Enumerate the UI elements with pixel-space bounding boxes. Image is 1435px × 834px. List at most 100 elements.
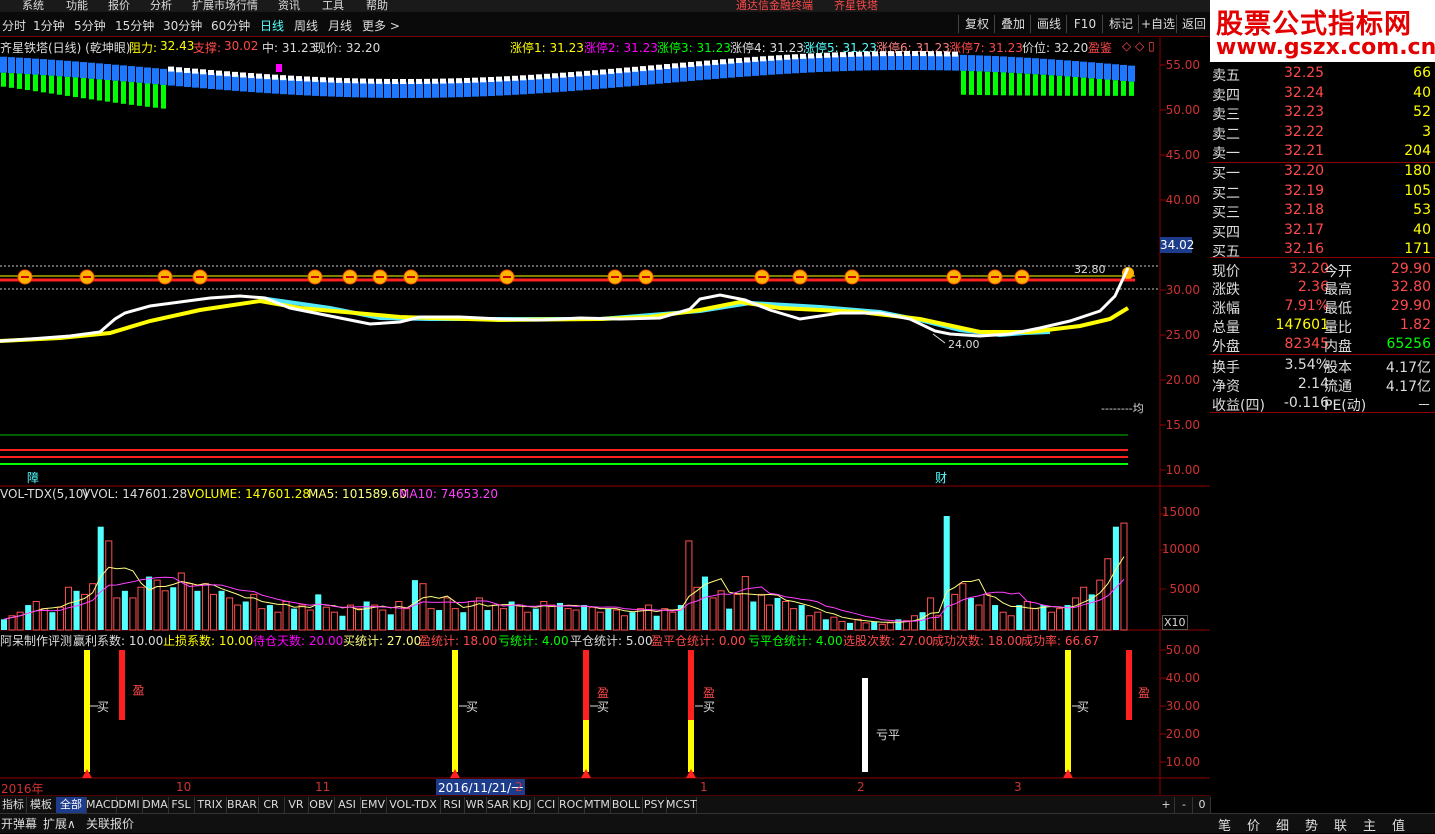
indicator-tab-指标[interactable]: 指标	[0, 797, 27, 813]
volume-bar-up	[1096, 579, 1104, 631]
zoom-out-button[interactable]: -	[1176, 797, 1193, 813]
order-book-sell-row[interactable]: 卖五 32.25 66	[1210, 64, 1435, 84]
menu-tools[interactable]: 工具	[322, 0, 344, 12]
order-volume: 3	[1422, 123, 1431, 140]
indicator-tab-trix[interactable]: TRIX	[194, 797, 227, 813]
volume-bar-down	[605, 608, 612, 630]
wave-block	[616, 71, 623, 88]
wave-cap	[816, 53, 822, 59]
indicator-tab-dma[interactable]: DMA	[142, 797, 169, 813]
menu-extended-market[interactable]: 扩展市场行情	[192, 0, 258, 12]
indicator-tab-asi[interactable]: ASI	[334, 797, 361, 813]
reset-button[interactable]: 0	[1194, 797, 1211, 813]
indicator-tab-mcst[interactable]: MCST	[666, 797, 697, 813]
volume-bar-up	[733, 593, 741, 631]
quote-value: 4.17亿	[1385, 360, 1431, 376]
wave-cap	[528, 74, 534, 80]
volume-bar-down	[653, 615, 660, 630]
zoom-in-button[interactable]: +	[1158, 797, 1175, 813]
expand-toggle[interactable]: 扩展∧	[43, 815, 76, 832]
indicator-tab-rsi[interactable]: RSI	[440, 797, 465, 813]
indicator-tab-模板[interactable]: 模板	[26, 797, 57, 813]
period-daily[interactable]: 日线	[260, 17, 284, 34]
wave-bar	[1113, 80, 1118, 96]
wave-cap	[544, 73, 550, 79]
wave-block	[200, 72, 207, 89]
menu-system[interactable]: 系统	[22, 0, 44, 12]
indicator-tab-emv[interactable]: EMV	[360, 797, 387, 813]
right-tab-1[interactable]: 价	[1247, 815, 1260, 834]
menu-analysis[interactable]: 分析	[150, 0, 172, 12]
volume-bar-up	[209, 593, 218, 631]
period-5min[interactable]: 5分钟	[74, 17, 106, 34]
wave-block	[992, 56, 999, 73]
period-60min[interactable]: 60分钟	[211, 17, 250, 34]
indicator-tab-boll[interactable]: BOLL	[610, 797, 643, 813]
wave-block	[560, 75, 567, 92]
order-book-buy-row[interactable]: 买三 32.18 53	[1210, 201, 1435, 221]
right-tab-6[interactable]: 值	[1392, 815, 1405, 834]
indicator-tab-dmi[interactable]: DMI	[116, 797, 143, 813]
order-volume: 66	[1413, 65, 1431, 81]
indicator-tab-brar[interactable]: BRAR	[226, 797, 259, 813]
right-tab-4[interactable]: 联	[1334, 815, 1347, 834]
back-button[interactable]: 返回	[1176, 15, 1211, 33]
indicator-tab-vr[interactable]: VR	[284, 797, 309, 813]
indicator-tab-kdj[interactable]: KDJ	[510, 797, 535, 813]
wave-cap	[320, 77, 326, 83]
indicator-tab-wr[interactable]: WR	[464, 797, 487, 813]
period-30min[interactable]: 30分钟	[163, 17, 202, 34]
volume-bar-up	[250, 593, 258, 631]
right-tab-5[interactable]: 主	[1363, 815, 1376, 834]
eval-loss-close-count: 亏平仓统计: 4.00	[748, 634, 843, 648]
indicator-tab-全部[interactable]: 全部	[56, 797, 87, 813]
period-15min[interactable]: 15分钟	[115, 17, 154, 34]
period-more[interactable]: 更多 >	[362, 17, 400, 34]
order-book-sell-row[interactable]: 卖四 32.24 40	[1210, 84, 1435, 104]
indicator-tab-psy[interactable]: PSY	[642, 797, 667, 813]
indicator-tab-cr[interactable]: CR	[258, 797, 285, 813]
indicator-tab-sar[interactable]: SAR	[486, 797, 511, 813]
overlay-button[interactable]: 叠加	[994, 15, 1031, 33]
volume-bar-up	[782, 601, 790, 631]
volume-bar-down	[992, 605, 999, 630]
wave-bar	[9, 73, 14, 88]
period-weekly[interactable]: 周线	[294, 17, 318, 34]
add-favorite-button[interactable]: +自选	[1138, 15, 1177, 33]
restore-rights-button[interactable]: 复权	[958, 15, 995, 33]
wave-cap	[944, 51, 950, 57]
f10-button[interactable]: F10	[1066, 15, 1103, 33]
order-book-buy-row[interactable]: 买四 32.17 40	[1210, 221, 1435, 241]
wave-cap	[280, 75, 286, 81]
indicator-tab-fsl[interactable]: FSL	[168, 797, 195, 813]
right-tab-2[interactable]: 细	[1276, 815, 1289, 834]
right-tab-3[interactable]: 势	[1305, 815, 1318, 834]
linked-quote-button[interactable]: 关联报价	[86, 815, 134, 832]
menu-function[interactable]: 功能	[66, 0, 88, 12]
menu-help[interactable]: 帮助	[366, 0, 388, 12]
menu-quote[interactable]: 报价	[108, 0, 130, 12]
danmaku-toggle[interactable]: 开弹幕	[1, 815, 37, 832]
date-axis: 2016年 10 11 2016/11/21/一 2 1 2 3	[0, 779, 1160, 796]
indicator-tab-cci[interactable]: CCI	[534, 797, 559, 813]
indicator-tab-roc[interactable]: ROC	[558, 797, 585, 813]
indicator-tab-mtm[interactable]: MTM	[584, 797, 611, 813]
draw-line-button[interactable]: 画线	[1030, 15, 1067, 33]
wave-block	[752, 59, 759, 76]
period-monthly[interactable]: 月线	[328, 17, 352, 34]
indicator-tab-vol-tdx[interactable]: VOL-TDX	[386, 797, 441, 813]
order-book-buy-row[interactable]: 买二 32.19 105	[1210, 182, 1435, 202]
period-tick[interactable]: 分时	[2, 17, 26, 34]
order-book-buy-row[interactable]: 买一 32.20 180	[1210, 162, 1435, 182]
axis-label: 25.00	[1165, 328, 1200, 342]
period-1min[interactable]: 1分钟	[33, 17, 65, 34]
eval-success-rate: 成功率: 66.67	[1021, 634, 1100, 648]
order-book-sell-row[interactable]: 卖三 32.23 52	[1210, 103, 1435, 123]
order-book-sell-row[interactable]: 卖二 32.22 3	[1210, 123, 1435, 143]
order-book-sell-row[interactable]: 卖一 32.21 204	[1210, 142, 1435, 162]
menu-news[interactable]: 资讯	[278, 0, 300, 12]
indicator-tab-obv[interactable]: OBV	[308, 797, 335, 813]
mark-button[interactable]: 标记	[1102, 15, 1139, 33]
right-tab-0[interactable]: 笔	[1218, 815, 1231, 834]
indicator-tab-macd[interactable]: MACD	[86, 797, 119, 813]
